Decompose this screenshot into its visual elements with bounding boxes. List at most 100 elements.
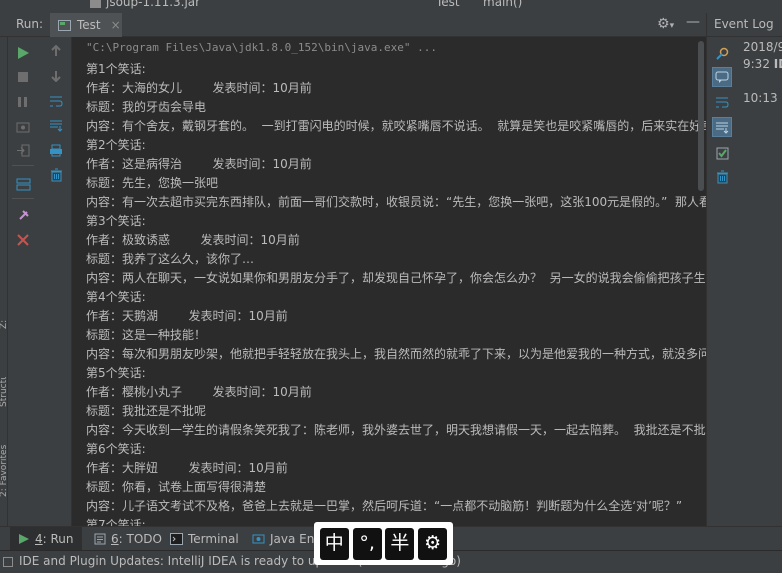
stop-button[interactable] (14, 68, 32, 86)
console-line: 作者：极致诱惑 发表时间：10月前 (86, 233, 300, 247)
console-line: 标题：先生，您换一张吧 (86, 176, 219, 190)
scroll-down-button[interactable] (47, 67, 65, 85)
checkbox-icon (716, 147, 728, 159)
tab-run[interactable]: 4: Run (10, 527, 82, 551)
console-line: 第2个笑话: (86, 138, 146, 152)
run-tab-label: Test (77, 18, 101, 32)
run-toolbar-secondary (39, 37, 72, 526)
run-icon (19, 534, 29, 544)
pin-icon (18, 209, 29, 220)
play-icon (17, 47, 29, 59)
console-line: 内容：有个舍友，戴钢牙套的。 一到打雷闪电的时候，就咬紧嘴唇不说话。 就算是笑也… (86, 119, 706, 133)
event-log-scroll-end-button[interactable] (712, 117, 732, 137)
console-line: 标题：我的牙齿会导电 (86, 100, 207, 114)
console-line: 内容：今天收到一学生的请假条笑死我了：陈老师，我外婆去世了，明天我想请假一天，一… (86, 423, 706, 437)
event-log-clear-button[interactable] (713, 168, 731, 186)
trash-icon (716, 170, 728, 184)
stop-icon (18, 72, 28, 82)
console-line: 第6个笑话: (86, 442, 146, 456)
trash-icon (50, 168, 62, 182)
pin-tab-button[interactable] (14, 206, 32, 224)
scroll-to-end-button[interactable] (47, 116, 65, 134)
close-icon (17, 234, 29, 246)
event-log-date: 2018/9 (743, 40, 782, 54)
soft-wrap-button[interactable] (47, 92, 65, 110)
minimize-panel-icon[interactable]: — (686, 14, 700, 30)
breadcrumb-method[interactable]: main() (483, 0, 522, 9)
restore-layout-button[interactable] (14, 175, 32, 193)
wrap-icon (50, 96, 63, 106)
tab-todo[interactable]: 6: TODO (86, 527, 170, 551)
event-log-entry-2: 10:13 C (743, 91, 782, 105)
console-line: 作者：天鹅湖 发表时间：10月前 (86, 309, 288, 323)
settings-gear-icon[interactable]: ⚙▾ (657, 16, 674, 32)
console-line: 作者：大胖妞 发表时间：10月前 (86, 461, 288, 475)
tab-terminal[interactable]: Terminal (162, 527, 247, 551)
terminal-icon (170, 533, 183, 545)
console-line: 内容：有一次去超市买完东西排队，前面一哥们交款时，收银员说：“先生，您换一张吧，… (86, 195, 706, 209)
java-enterprise-icon (252, 534, 265, 544)
pause-icon (18, 97, 27, 107)
arrow-up-icon (51, 45, 61, 56)
console-line: 第3个笑话: (86, 214, 146, 228)
jar-icon (90, 0, 101, 8)
console-line: 标题：这是一种技能！ (86, 328, 207, 342)
console-line: 标题：我批还是不批呢 (86, 404, 207, 418)
console-line: 作者：大海的女儿 发表时间：10月前 (86, 81, 312, 95)
layout-icon (16, 178, 30, 190)
run-label: Run: (16, 17, 44, 31)
console-icon (58, 19, 71, 31)
console-output[interactable]: "C:\Program Files\Java\jdk1.8.0_152\bin\… (72, 37, 706, 526)
console-scrollbar[interactable] (698, 41, 704, 191)
close-run-button[interactable] (14, 231, 32, 249)
dump-threads-button[interactable] (14, 117, 32, 135)
close-tab-icon[interactable]: × (111, 18, 121, 32)
pause-button[interactable] (14, 93, 32, 111)
exit-button[interactable] (14, 141, 32, 159)
tool-windows-toggle-icon[interactable] (3, 557, 13, 567)
ime-chinese-mode-button[interactable]: 中 (319, 527, 349, 560)
scroll-up-button[interactable] (47, 42, 65, 60)
left-tool-strip: Z: Structure Structure 2: Favorites (0, 37, 9, 526)
ime-half-width-button[interactable]: 半 (385, 527, 415, 560)
console-line: 第1个笑话: (86, 62, 146, 76)
event-log-toolbar (707, 37, 736, 526)
print-icon (50, 144, 62, 156)
print-button[interactable] (47, 141, 65, 159)
mark-all-read-button[interactable] (712, 67, 732, 87)
console-line: 作者：这是病得治 发表时间：10月前 (86, 157, 312, 171)
event-log-check-button[interactable] (713, 144, 731, 162)
run-tool-window-header: Run: Test × ⚙▾ — (0, 13, 706, 37)
console-line: 标题：我养了这么久，该你了… (86, 252, 255, 266)
event-log-title: Event Log (707, 13, 782, 37)
event-log-settings-button[interactable] (713, 44, 731, 62)
ime-punctuation-button[interactable]: °, (352, 527, 382, 560)
ime-toolbar: 中 °, 半 ⚙ (314, 522, 453, 565)
ime-settings-gear-icon[interactable]: ⚙ (418, 527, 448, 560)
exit-icon (17, 144, 30, 156)
console-line: 内容：两人在聊天，一女说如果你和男朋友分手了，却发现自己怀孕了，你会怎么办？ 另… (86, 271, 706, 285)
console-line: 第5个笑话: (86, 366, 146, 380)
console-line: 第7个笑话: (86, 518, 146, 526)
console-line: 第4个笑话: (86, 290, 146, 304)
editor-tab-strip: jsoup-1.11.3.jar Test main() (0, 0, 782, 13)
wrap-icon (716, 97, 729, 107)
console-line: 标题：你看，试卷上面写得很清楚 (86, 480, 267, 494)
jar-tab[interactable]: jsoup-1.11.3.jar (90, 0, 200, 9)
console-command-line: "C:\Program Files\Java\jdk1.8.0_152\bin\… (86, 41, 437, 54)
arrow-down-icon (51, 71, 61, 82)
console-line: 内容：儿子语文考试不及格，爸爸上去就是一巴掌，然后呵斥道：“一点都不动脑筋！判断… (86, 499, 683, 513)
run-tab-test[interactable]: Test × (50, 13, 122, 37)
breadcrumb-class[interactable]: Test (436, 0, 460, 9)
camera-icon (16, 122, 30, 132)
jar-tab-label: jsoup-1.11.3.jar (106, 0, 201, 9)
event-log-entry-1: 9:32 IDE (743, 57, 782, 71)
clear-all-button[interactable] (47, 166, 65, 184)
event-log-panel: Event Log 2018/9 9:32 IDE 10:13 C (706, 13, 782, 526)
console-line: 作者：樱桃小丸子 发表时间：10月前 (86, 385, 312, 399)
scroll-end-icon (50, 120, 63, 132)
wrench-gear-icon (715, 47, 728, 60)
balloon-icon (715, 71, 729, 83)
rerun-button[interactable] (14, 44, 32, 62)
event-log-wrap-button[interactable] (713, 93, 731, 111)
